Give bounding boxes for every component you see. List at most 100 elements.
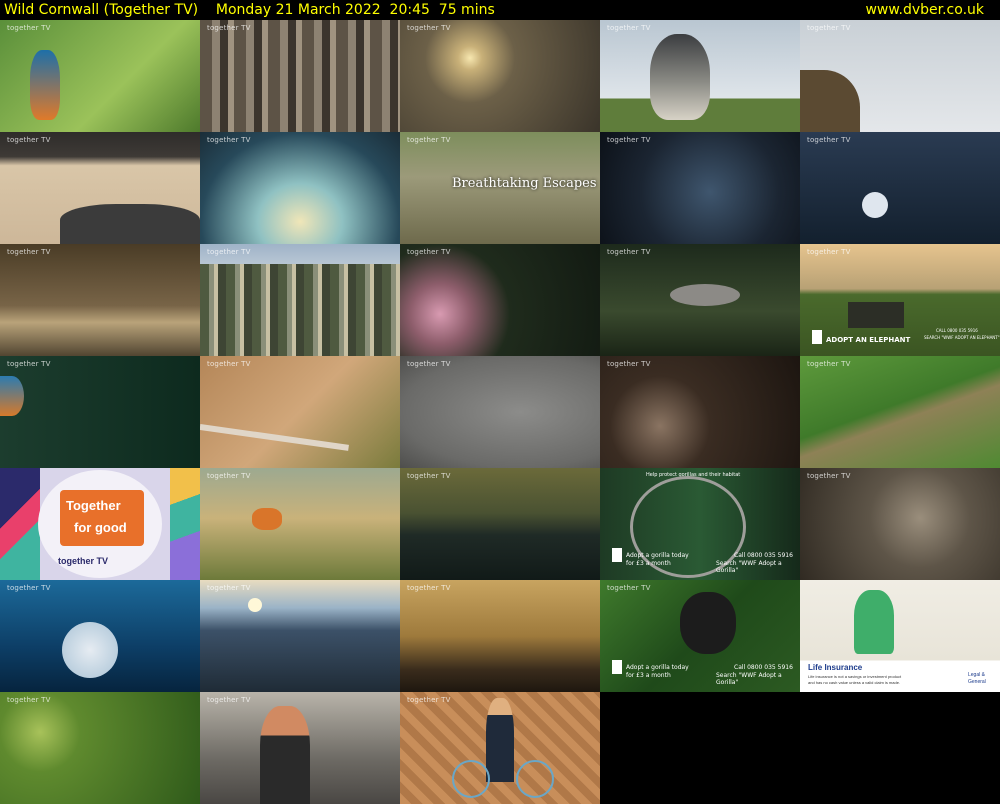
channel-watermark: together TV (407, 584, 451, 592)
thumbnail-life-insurance[interactable]: Life Insurance Life insurance is not a s… (800, 580, 1000, 692)
promo-title: Breathtaking Escapes (452, 176, 597, 191)
graphic-shape-left (0, 468, 40, 580)
channel-watermark: together TV (407, 24, 451, 32)
thumbnail-sunset-sea[interactable]: together TV (400, 20, 600, 132)
bicycle-wheel-left (452, 760, 490, 798)
ad-line-4: Search "WWF Adopt a Gorilla" (716, 672, 782, 686)
thumbnail-light-rays[interactable]: together TV (200, 132, 400, 244)
thumbnail-bird-nest[interactable]: together TV (800, 468, 1000, 580)
thumbnail-jellyfish[interactable]: together TV (0, 580, 200, 692)
thumbnail-beach-rocks[interactable]: together TV (0, 132, 200, 244)
ad-line-4: Search "WWF Adopt a Gorilla" (716, 560, 782, 574)
channel-watermark: together TV (7, 696, 51, 704)
brand-logo-1: Legal & (968, 672, 985, 678)
ad-line-3: Call 0800 035 5916 (734, 664, 793, 671)
badge-line-1: Together (66, 498, 121, 513)
channel-watermark: together TV (807, 24, 851, 32)
ad-line-2: for £3 a month (626, 560, 671, 567)
channel-watermark: together TV (407, 696, 451, 704)
wwf-logo (612, 548, 622, 562)
thumbnail-butterfly-flowers[interactable]: together TV (200, 468, 400, 580)
channel-watermark: together TV (207, 360, 251, 368)
channel-watermark: together TV (207, 248, 251, 256)
channel-watermark: together TV (207, 584, 251, 592)
landrover (848, 302, 904, 328)
thumbnail-birds-sky[interactable]: together TV (800, 20, 1000, 132)
kingfisher-head (0, 376, 24, 416)
thumbnail-river-valley[interactable]: together TV (800, 356, 1000, 468)
thumbnail-gorilla-adopt[interactable]: together TV Adopt a gorilla today for £3… (600, 580, 800, 692)
channel-watermark: together TV (407, 360, 451, 368)
wwf-logo (612, 660, 622, 674)
thumbnail-gorilla-snare[interactable]: Help protect gorillas and their habitat … (600, 468, 800, 580)
thumbnail-anemone[interactable]: together TV (400, 244, 600, 356)
thumbnail-cliff-stretched[interactable]: together TV (200, 20, 400, 132)
presenter (260, 706, 310, 804)
programme-title: Wild Cornwall (Together TV) Monday 21 Ma… (4, 2, 495, 18)
thumbnail-presenter-bicycle[interactable]: together TV (400, 692, 600, 804)
moon (862, 192, 888, 218)
gorilla (680, 592, 736, 654)
channel-watermark: together TV (207, 472, 251, 480)
channel-logo: together TV (58, 556, 109, 566)
thumbnail-aerial-park[interactable]: together TV (0, 692, 200, 804)
ad-disclaimer-1: Life insurance is not a savings or inves… (808, 674, 902, 679)
channel-watermark: together TV (807, 472, 851, 480)
ad-line-1: Adopt a gorilla today (626, 664, 689, 671)
graphic-shape-right (170, 468, 200, 580)
thumbnail-adopt-elephant[interactable]: together TV ADOPT AN ELEPHANT CALL 0800 … (800, 244, 1000, 356)
sun (248, 598, 262, 612)
channel-watermark: together TV (407, 136, 451, 144)
thumbnail-breathtaking-escapes[interactable]: together TV Breathtaking Escapes (400, 132, 600, 244)
badge-line-2: for good (74, 520, 127, 535)
presenter (486, 698, 514, 782)
channel-watermark: together TV (607, 136, 651, 144)
channel-watermark: together TV (407, 472, 451, 480)
channel-watermark: together TV (807, 360, 851, 368)
thumbnail-night-moon[interactable]: together TV (800, 132, 1000, 244)
cuttlefish (670, 284, 740, 306)
thumbnail-coast-sunset[interactable]: together TV (200, 580, 400, 692)
ad-line-3: Call 0800 035 5916 (734, 552, 793, 559)
rock-outcrop (800, 70, 860, 132)
dinosaur-model (854, 590, 894, 654)
channel-watermark: together TV (7, 136, 51, 144)
ad-search: SEARCH "WWF ADOPT AN ELEPHANT" (924, 335, 1000, 340)
thumbnail-night-branches[interactable]: together TV (600, 132, 800, 244)
ad-heading: Life Insurance (808, 663, 863, 672)
thumbnail-misty-water[interactable]: together TV (0, 244, 200, 356)
channel-watermark: together TV (207, 136, 251, 144)
channel-watermark: together TV (607, 360, 651, 368)
thumbnail-grid: together TV together TV together TV toge… (0, 20, 1000, 804)
thumbnail-cuttlefish[interactable]: together TV (600, 244, 800, 356)
thumbnail-kingfisher-branch[interactable]: together TV (200, 356, 400, 468)
kingfisher-bird (30, 50, 60, 120)
thumbnail-river-reeds[interactable]: together TV (400, 468, 600, 580)
site-link[interactable]: www.dvber.co.uk (865, 0, 984, 20)
channel-watermark: together TV (7, 248, 51, 256)
wwf-logo (812, 330, 822, 344)
channel-watermark: together TV (607, 248, 651, 256)
jellyfish (62, 622, 118, 678)
thumbnail-harbour-stretched[interactable]: together TV (200, 244, 400, 356)
thumbnail-grey-rock[interactable]: together TV (400, 356, 600, 468)
branch (200, 424, 349, 451)
header-bar: Wild Cornwall (Together TV) Monday 21 Ma… (0, 0, 1000, 20)
together-for-good-badge: Together for good (60, 490, 144, 546)
channel-watermark: together TV (207, 24, 251, 32)
bicycle-wheel-right (516, 760, 554, 798)
thumbnail-falcon[interactable]: together TV (600, 20, 800, 132)
channel-watermark: together TV (7, 360, 51, 368)
channel-watermark: together TV (407, 248, 451, 256)
thumbnail-kingfisher[interactable]: together TV (0, 20, 200, 132)
thumbnail-kingfisher-fish[interactable]: together TV (0, 356, 200, 468)
thumbnail-golden-sea[interactable]: together TV (400, 580, 600, 692)
thumbnail-owl-chicks[interactable]: together TV (600, 356, 800, 468)
thumbnail-together-for-good[interactable]: Together for good together TV (0, 468, 200, 580)
brand-logo-2: General (968, 679, 986, 685)
channel-watermark: together TV (7, 584, 51, 592)
thumbnail-presenter-street[interactable]: together TV (200, 692, 400, 804)
ad-phone: CALL 0800 035 5916 (936, 328, 978, 333)
channel-watermark: together TV (607, 584, 651, 592)
channel-watermark: together TV (207, 696, 251, 704)
